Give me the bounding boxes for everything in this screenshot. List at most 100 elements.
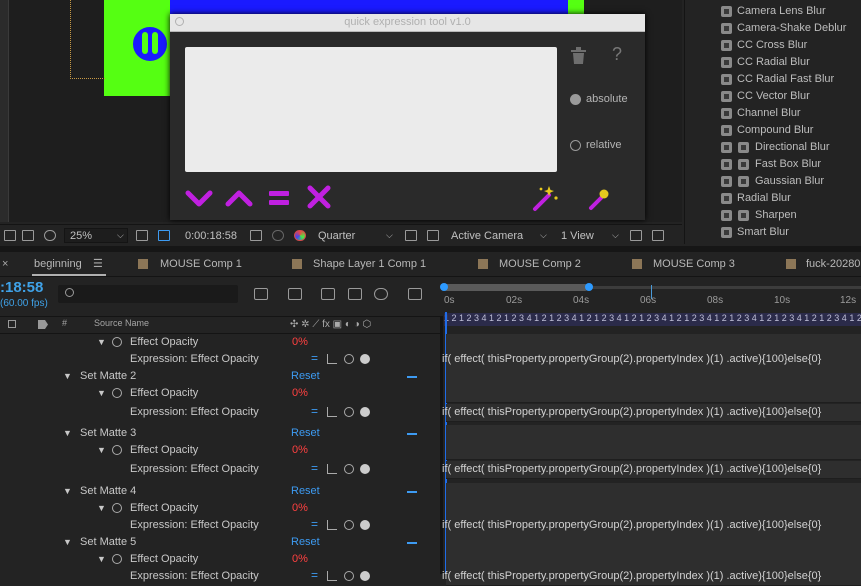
- stopwatch-icon[interactable]: [112, 388, 122, 398]
- effect-item[interactable]: Gaussian Blur: [685, 173, 861, 190]
- transparency-grid-icon[interactable]: [427, 230, 439, 241]
- chevron-up-icon[interactable]: [224, 184, 254, 212]
- property-value[interactable]: 0%: [292, 553, 308, 565]
- pick-whip-icon[interactable]: [344, 354, 354, 364]
- collapse-icon[interactable]: [407, 542, 417, 544]
- timeline-search-input[interactable]: [58, 285, 238, 303]
- expression-enable-icon[interactable]: =: [311, 568, 321, 582]
- effect-item[interactable]: CC Vector Blur: [685, 88, 861, 105]
- property-value[interactable]: 0%: [292, 387, 308, 399]
- graph-editor-icon[interactable]: [408, 288, 422, 300]
- close-x-icon[interactable]: [304, 184, 334, 212]
- reset-button[interactable]: Reset: [291, 536, 320, 548]
- layer-row-prop[interactable]: ▼ Effect Opacity 0%: [0, 442, 440, 459]
- chevron-down-icon[interactable]: [184, 184, 214, 212]
- effect-item[interactable]: CC Radial Fast Blur: [685, 71, 861, 88]
- layer-row-group[interactable]: ▼ Set Matte 2 Reset: [0, 368, 440, 385]
- zoom-dropdown[interactable]: 25% ⌵: [64, 228, 128, 243]
- stopwatch-icon[interactable]: [112, 554, 122, 564]
- pick-whip-icon[interactable]: [344, 571, 354, 581]
- layer-row-expr[interactable]: Expression: Effect Opacity =: [0, 517, 440, 534]
- graph-icon[interactable]: [327, 520, 337, 530]
- disclosure-triangle-icon[interactable]: ▼: [97, 388, 106, 398]
- work-area-bar[interactable]: [443, 284, 588, 291]
- effect-item[interactable]: Radial Blur: [685, 190, 861, 207]
- effect-item[interactable]: Directional Blur: [685, 139, 861, 156]
- pick-whip-icon[interactable]: [344, 407, 354, 417]
- expression-language-menu-icon[interactable]: [360, 571, 370, 581]
- reset-button[interactable]: Reset: [291, 370, 320, 382]
- disclosure-triangle-icon[interactable]: ▼: [97, 445, 106, 455]
- expression-code[interactable]: if( effect( thisProperty.propertyGroup(2…: [442, 463, 821, 475]
- effect-item[interactable]: Compound Blur: [685, 122, 861, 139]
- mask-icon[interactable]: [44, 230, 56, 241]
- motion-blur-icon[interactable]: [374, 288, 388, 300]
- navigator-end-handle[interactable]: [585, 283, 593, 291]
- reset-exposure-icon[interactable]: [652, 230, 664, 241]
- absolute-radio[interactable]: [570, 94, 581, 105]
- region-icon[interactable]: [4, 230, 16, 241]
- draft-3d-icon[interactable]: [288, 288, 302, 300]
- effect-item[interactable]: Smart Blur: [685, 224, 861, 241]
- pick-whip-icon[interactable]: [344, 520, 354, 530]
- expression-enable-icon[interactable]: =: [311, 351, 321, 365]
- tab-mouse-comp-1[interactable]: MOUSE Comp 1: [138, 252, 258, 276]
- trash-icon[interactable]: [570, 47, 587, 65]
- camera-icon[interactable]: [250, 230, 262, 241]
- frame-blending-icon[interactable]: [348, 288, 362, 300]
- shy-layers-icon[interactable]: [321, 288, 335, 300]
- property-value[interactable]: 0%: [292, 444, 308, 456]
- resolution-dropdown[interactable]: Quarter ⌵: [312, 228, 400, 243]
- equals-icon[interactable]: [264, 184, 294, 212]
- camera-view-dropdown[interactable]: Active Camera ⌵: [444, 228, 552, 243]
- layer-row-expr[interactable]: Expression: Effect Opacity =: [0, 568, 440, 585]
- effect-item[interactable]: Channel Blur: [685, 105, 861, 122]
- lock-icon[interactable]: [8, 320, 16, 328]
- timeline-timecode[interactable]: :18:58: [0, 279, 43, 296]
- disclosure-triangle-icon[interactable]: ▼: [63, 537, 72, 547]
- effect-item[interactable]: Sharpen: [685, 207, 861, 224]
- expression-language-menu-icon[interactable]: [360, 354, 370, 364]
- magic-wand-icon[interactable]: [530, 184, 560, 212]
- collapse-icon[interactable]: [407, 433, 417, 435]
- layer-row-expr[interactable]: Expression: Effect Opacity =: [0, 461, 440, 478]
- disclosure-triangle-icon[interactable]: ▼: [97, 503, 106, 513]
- disclosure-triangle-icon[interactable]: ▼: [63, 486, 72, 496]
- menu-icon[interactable]: ☰: [93, 257, 103, 270]
- grid-icon[interactable]: [136, 230, 148, 241]
- layer-row-group[interactable]: ▼ Set Matte 5 Reset: [0, 534, 440, 551]
- view-layout-dropdown[interactable]: 1 View ⌵: [556, 228, 624, 243]
- close-icon[interactable]: ×: [2, 258, 8, 270]
- mask-path-icon[interactable]: [158, 230, 170, 241]
- stopwatch-icon[interactable]: [112, 503, 122, 513]
- graph-icon[interactable]: [327, 354, 337, 364]
- quick-expression-dialog[interactable]: quick expression tool v1.0 ? absolute re…: [170, 14, 645, 220]
- disclosure-triangle-icon[interactable]: ▼: [97, 554, 106, 564]
- tab-fuck-20280[interactable]: fuck-20280: [786, 252, 861, 276]
- expression-textarea[interactable]: [185, 47, 557, 172]
- property-value[interactable]: 0%: [292, 502, 308, 514]
- disclosure-triangle-icon[interactable]: ▼: [97, 337, 106, 347]
- layer-row-group[interactable]: ▼ Set Matte 4 Reset: [0, 483, 440, 500]
- layer-row-expr[interactable]: Expression: Effect Opacity =: [0, 351, 440, 368]
- expression-code[interactable]: if( effect( thisProperty.propertyGroup(2…: [442, 570, 821, 582]
- tab-mouse-comp-3[interactable]: MOUSE Comp 3: [632, 252, 752, 276]
- expression-enable-icon[interactable]: =: [311, 517, 321, 531]
- eyedropper-icon[interactable]: [584, 184, 614, 212]
- expression-enable-icon[interactable]: =: [311, 404, 321, 418]
- graph-icon[interactable]: [327, 464, 337, 474]
- monitor-icon[interactable]: [22, 230, 34, 241]
- layer-row-prop[interactable]: ▼ Effect Opacity 0%: [0, 500, 440, 517]
- expression-language-menu-icon[interactable]: [360, 520, 370, 530]
- relative-radio[interactable]: [570, 140, 581, 151]
- layer-row-prop[interactable]: ▼ Effect Opacity 0%: [0, 385, 440, 402]
- label-tag-icon[interactable]: [38, 320, 48, 329]
- dialog-titlebar[interactable]: quick expression tool v1.0: [170, 14, 645, 32]
- show-snapshot-icon[interactable]: [272, 230, 284, 241]
- effect-item[interactable]: CC Cross Blur: [685, 37, 861, 54]
- expression-code[interactable]: if( effect( thisProperty.propertyGroup(2…: [442, 519, 821, 531]
- reset-button[interactable]: Reset: [291, 485, 320, 497]
- pick-whip-icon[interactable]: [344, 464, 354, 474]
- fast-preview-icon[interactable]: [405, 230, 417, 241]
- layer-row-prop[interactable]: ▼ Effect Opacity 0%: [0, 334, 440, 351]
